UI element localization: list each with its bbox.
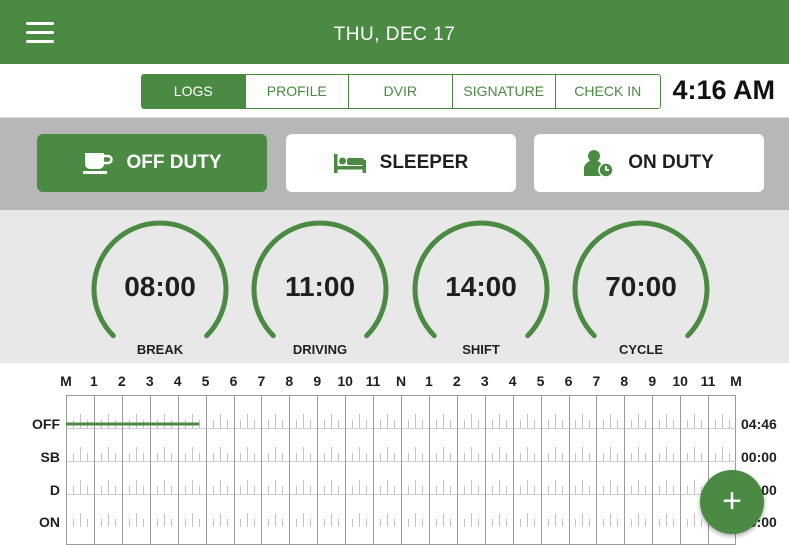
tab-bar: LOGS PROFILE DVIR SIGNATURE CHECK IN [141,74,661,109]
hour-label: M [60,373,72,389]
row-label-d: D [49,482,60,498]
hour-label: 11 [700,373,716,389]
break-gauge: 08:00 BREAK [87,216,233,362]
hour-label: 9 [648,373,657,389]
hour-label: 5 [201,373,210,389]
header-date: THU, DEC 17 [333,24,456,45]
hour-label: 3 [145,373,154,389]
shift-value: 14:00 [445,271,517,302]
hour-label: 8 [285,373,294,389]
tab-profile[interactable]: PROFILE [245,75,349,108]
sleeper-button[interactable]: SLEEPER [286,134,516,192]
hour-label: 8 [620,373,629,389]
shift-label: SHIFT [462,342,500,357]
cycle-value: 70:00 [605,271,677,302]
on-duty-label: ON DUTY [628,152,714,173]
sleeper-label: SLEEPER [379,152,469,173]
coffee-cup-icon [82,151,113,175]
row-label-sb: SB [40,449,60,465]
break-value: 08:00 [124,271,196,302]
hours-gauges: 08:00 BREAK 11:00 DRIVING 14:00 SHIFT 70… [0,210,789,363]
break-label: BREAK [136,342,184,357]
shift-gauge: 14:00 SHIFT [408,216,554,362]
row-total-sb: 00:00 [741,449,777,465]
driving-gauge: 11:00 DRIVING [247,216,393,362]
hour-label: 2 [452,373,461,389]
hour-label: M [730,373,742,389]
hour-label: 5 [536,373,545,389]
hour-label: 1 [425,373,433,389]
current-time: 4:16 AM [672,75,775,105]
cycle-label: CYCLE [618,342,664,357]
on-duty-button[interactable]: ON DUTY [534,134,764,192]
tab-signature[interactable]: SIGNATURE [452,75,556,108]
log-grid [66,395,736,545]
hour-label: 10 [672,373,688,389]
add-icon[interactable]: + [700,470,764,534]
hour-label: 6 [564,373,573,389]
driving-value: 11:00 [284,271,356,302]
hour-label: 7 [257,373,266,389]
app-header: THU, DEC 17 [0,0,789,64]
off-duty-label: OFF DUTY [126,152,222,173]
row-label-on: ON [39,514,60,530]
hour-label: 3 [480,373,489,389]
driver-clock-icon [584,149,614,177]
hour-label: 1 [90,373,98,389]
off-duty-button[interactable]: OFF DUTY [37,134,267,192]
hour-label: N [395,373,407,389]
duty-status-bar: OFF DUTY SLEEPER ON DUTY [0,118,789,210]
row-total-off: 04:46 [741,416,777,432]
hour-label: 2 [117,373,126,389]
tabs-row: LOGS PROFILE DVIR SIGNATURE CHECK IN 4:1… [0,64,789,118]
hour-label: 7 [592,373,601,389]
hour-label: 10 [337,373,353,389]
tab-logs[interactable]: LOGS [142,75,246,108]
hour-labels: M 1 2 3 4 5 6 7 8 9 10 11 N 1 2 3 4 5 6 7 8 9 10 11 M [0,373,789,391]
cycle-gauge: 70:00 CYCLE [568,216,714,362]
tab-dvir[interactable]: DVIR [349,75,453,108]
bed-icon [333,152,366,174]
moon-icon[interactable] [749,22,771,44]
tab-check-in[interactable]: CHECK IN [556,75,660,108]
row-label-off: OFF [32,416,60,432]
hour-label: 4 [173,373,182,389]
daily-log-graph: M 1 2 3 4 5 6 7 8 9 10 11 N 1 2 3 4 5 6 7 8 9 10 11 M OFF SB D O… [0,363,789,545]
hour-label: 4 [508,373,517,389]
hour-label: 6 [229,373,238,389]
driving-label: DRIVING [292,342,348,357]
hour-label: 9 [313,373,322,389]
hour-label: 11 [365,373,381,389]
